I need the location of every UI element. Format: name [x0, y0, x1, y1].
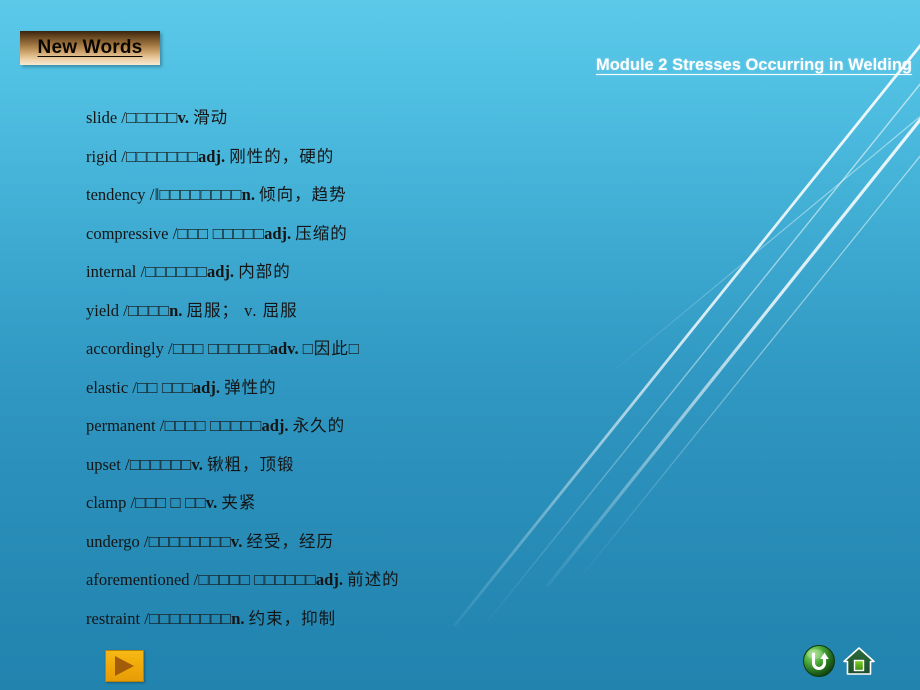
vocabulary-phonetic: /□□□□ □□□□□	[159, 416, 262, 435]
vocabulary-translation: 滑动	[193, 108, 229, 127]
vocabulary-term: aforementioned	[86, 570, 190, 589]
vocabulary-translation: 约束，抑制	[248, 608, 337, 628]
vocabulary-term: restraint	[86, 608, 141, 628]
vocabulary-phonetic: /□□□□□□□□	[143, 531, 231, 551]
vocabulary-translation: 刚性的，硬的	[229, 146, 335, 166]
vocabulary-part-of-speech: adj.	[207, 262, 235, 281]
vocabulary-translation: 压缩的	[295, 223, 348, 243]
vocabulary-row: yield /□□□□n. 屈服； v. 屈服	[86, 292, 706, 331]
vocabulary-part-of-speech: adv.	[269, 339, 299, 358]
vocabulary-row: slide /□□□□□v. 滑动	[86, 99, 706, 138]
vocabulary-term: upset	[86, 454, 121, 474]
new-words-title-box: New Words	[20, 31, 160, 65]
vocabulary-translation: 夹紧	[221, 493, 257, 512]
vocabulary-part-of-speech: v.	[205, 493, 218, 512]
vocabulary-translation: 倾向，趋势	[259, 185, 347, 204]
vocabulary-part-of-speech: n.	[241, 185, 255, 204]
vocabulary-phonetic: /□□□ □□□□□	[172, 223, 265, 243]
vocabulary-translation: 内部的	[238, 262, 291, 281]
vocabulary-part-of-speech: n.	[231, 608, 245, 628]
vocabulary-phonetic: /□□□ □□□□□□	[168, 339, 270, 358]
module-header-title: Module 2 Stresses Occurring in Welding	[595, 56, 912, 74]
next-slide-button[interactable]	[105, 650, 144, 682]
vocabulary-phonetic: /□□□□□	[121, 108, 178, 127]
vocabulary-term: accordingly	[86, 339, 164, 358]
vocabulary-phonetic: /□□□□□□	[140, 262, 208, 281]
vocabulary-phonetic: /□□□□□□□□	[144, 608, 232, 628]
vocabulary-translation: 弹性的	[224, 377, 277, 397]
vocabulary-phonetic: /‖□□□□□□□□	[149, 185, 242, 204]
vocabulary-part-of-speech: v.	[230, 531, 243, 551]
vocabulary-list: slide /□□□□□v. 滑动 rigid /□□□□□□□adj. 刚性的，…	[86, 99, 706, 638]
vocabulary-row: tendency /‖□□□□□□□□n. 倾向，趋势	[86, 176, 706, 215]
vocabulary-part-of-speech: v.	[177, 108, 189, 127]
vocabulary-phonetic: /□□□□□□□	[121, 146, 199, 166]
vocabulary-part-of-speech: adj.	[192, 377, 220, 397]
vocabulary-phonetic: /□□□□	[123, 300, 170, 320]
vocabulary-phonetic: /□□□□□□	[124, 454, 192, 474]
vocabulary-translation: 永久的	[292, 416, 346, 435]
vocabulary-term: yield	[86, 300, 119, 320]
vocabulary-term: internal	[86, 262, 137, 281]
vocabulary-row: elastic /□□ □□□adj. 弹性的	[86, 369, 706, 408]
vocabulary-translation: 经受，经历	[246, 531, 335, 551]
vocabulary-phonetic: /□□□ □ □□	[130, 493, 206, 512]
vocabulary-row: accordingly /□□□ □□□□□□adv. □因此□	[86, 330, 706, 369]
home-icon[interactable]	[842, 644, 876, 678]
vocabulary-translation: □因此□	[302, 339, 360, 358]
vocabulary-phonetic: /□□□□□ □□□□□□	[193, 570, 316, 589]
vocabulary-part-of-speech: v.	[191, 454, 203, 474]
vocabulary-part-of-speech: adj.	[198, 146, 226, 166]
new-words-title-label: New Words	[37, 37, 143, 58]
slide-navigation-icons	[802, 644, 876, 678]
play-triangle-icon	[115, 656, 134, 676]
vocabulary-part-of-speech: adj.	[315, 570, 343, 589]
vocabulary-row: restraint /□□□□□□□□n. 约束，抑制	[86, 600, 706, 639]
vocabulary-translation: 锹粗，顶锻	[207, 454, 295, 474]
vocabulary-row: aforementioned /□□□□□ □□□□□□adj. 前述的	[86, 561, 706, 600]
vocabulary-phonetic: /□□ □□□	[132, 377, 193, 397]
vocabulary-row: undergo /□□□□□□□□v. 经受，经历	[86, 523, 706, 562]
vocabulary-part-of-speech: adj.	[264, 223, 292, 243]
vocabulary-row: compressive /□□□ □□□□□adj. 压缩的	[86, 215, 706, 254]
vocabulary-part-of-speech: adj.	[261, 416, 289, 435]
vocabulary-translation: 前述的	[347, 570, 400, 589]
vocabulary-term: tendency	[86, 185, 146, 204]
vocabulary-term: undergo	[86, 531, 140, 551]
vocabulary-row: clamp /□□□ □ □□v. 夹紧	[86, 484, 706, 523]
vocabulary-term: elastic	[86, 377, 129, 397]
vocabulary-term: rigid	[86, 146, 118, 166]
vocabulary-term: slide	[86, 108, 118, 127]
return-arrow-icon[interactable]	[802, 644, 836, 678]
vocabulary-row: permanent /□□□□ □□□□□adj. 永久的	[86, 407, 706, 446]
vocabulary-row: internal /□□□□□□adj. 内部的	[86, 253, 706, 292]
vocabulary-translation: 屈服； v. 屈服	[186, 300, 298, 320]
vocabulary-part-of-speech: n.	[169, 300, 183, 320]
vocabulary-term: permanent	[86, 416, 156, 435]
vocabulary-row: upset /□□□□□□v. 锹粗，顶锻	[86, 446, 706, 485]
vocabulary-term: clamp	[86, 493, 127, 512]
vocabulary-term: compressive	[86, 223, 169, 243]
vocabulary-row: rigid /□□□□□□□adj. 刚性的，硬的	[86, 138, 706, 177]
presentation-slide: New Words Module 2 Stresses Occurring in…	[0, 0, 920, 690]
